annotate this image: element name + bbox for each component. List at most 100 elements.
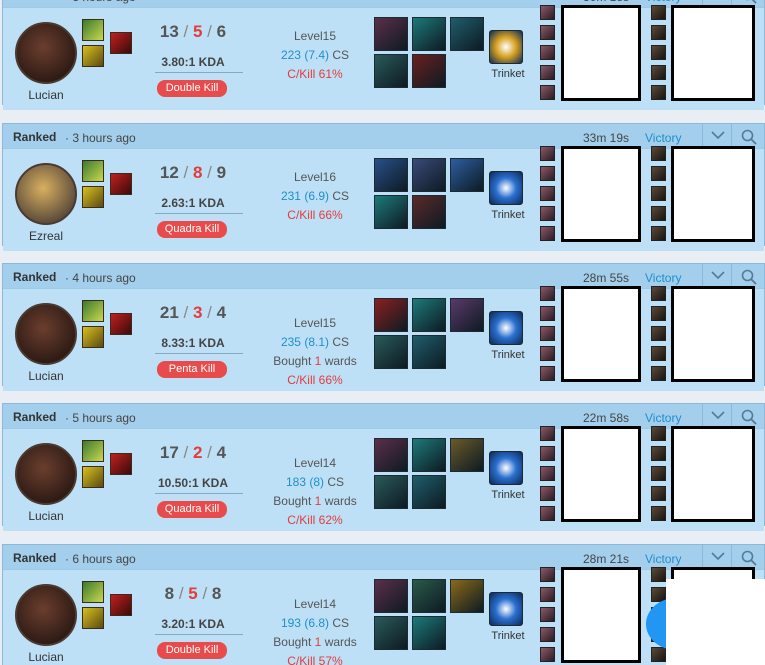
expand-button[interactable]: [702, 545, 732, 569]
opponent-icon[interactable]: [651, 326, 666, 341]
trinket-icon[interactable]: [489, 171, 523, 205]
game-result: Victory: [645, 552, 682, 566]
item-icon[interactable]: [374, 335, 408, 369]
opponent-icon[interactable]: [651, 25, 666, 40]
opponent-icon[interactable]: [651, 226, 666, 241]
teammate-icon[interactable]: [540, 647, 555, 662]
teammate-icon[interactable]: [540, 25, 555, 40]
teammate-icon[interactable]: [540, 607, 555, 622]
search-button[interactable]: [733, 124, 763, 148]
item-icon[interactable]: [374, 17, 408, 51]
chevron-down-icon: [711, 131, 725, 140]
teammate-icon[interactable]: [540, 466, 555, 481]
opponent-icon[interactable]: [651, 466, 666, 481]
teammate-icon[interactable]: [540, 506, 555, 521]
item-icon[interactable]: [412, 298, 446, 332]
item-icon[interactable]: [374, 54, 408, 88]
item-icon[interactable]: [412, 158, 446, 192]
match-card[interactable]: Ranked · 3 hours ago 33m 19s Victory Ezreal 1…: [2, 123, 765, 251]
item-icon[interactable]: [412, 195, 446, 229]
teammate-icon[interactable]: [540, 226, 555, 241]
item-icon[interactable]: [412, 54, 446, 88]
item-icon[interactable]: [412, 475, 446, 509]
opponent-icon[interactable]: [651, 45, 666, 60]
teammate-icon[interactable]: [540, 166, 555, 181]
item-icon[interactable]: [450, 17, 484, 51]
search-button[interactable]: [733, 264, 763, 288]
opponent-icon[interactable]: [651, 366, 666, 381]
summoner-spell-icon: [82, 440, 104, 462]
opponent-icon[interactable]: [651, 146, 666, 161]
opponent-icon[interactable]: [651, 446, 666, 461]
item-icon[interactable]: [450, 579, 484, 613]
champion-portrait[interactable]: [15, 584, 77, 646]
champion-portrait[interactable]: [15, 22, 77, 84]
teammate-icon[interactable]: [540, 85, 555, 100]
item-icon[interactable]: [412, 579, 446, 613]
opponent-icon[interactable]: [651, 506, 666, 521]
teammate-icon[interactable]: [540, 366, 555, 381]
item-icon[interactable]: [374, 438, 408, 472]
expand-button[interactable]: [702, 124, 732, 148]
teammate-icon[interactable]: [540, 206, 555, 221]
opponent-icon[interactable]: [651, 426, 666, 441]
time-ago: · 4 hours ago: [65, 271, 136, 285]
match-header: Ranked · 3 hours ago 30m 18s Victory: [3, 0, 764, 7]
opponent-icon[interactable]: [651, 186, 666, 201]
search-button[interactable]: [733, 404, 763, 428]
item-icon[interactable]: [374, 616, 408, 650]
search-button[interactable]: [733, 545, 763, 569]
item-icon[interactable]: [374, 195, 408, 229]
opponent-icon[interactable]: [651, 206, 666, 221]
teammate-icon[interactable]: [540, 627, 555, 642]
teammate-icon[interactable]: [540, 286, 555, 301]
expand-button[interactable]: [702, 404, 732, 428]
opponent-icon[interactable]: [651, 5, 666, 20]
match-card[interactable]: Ranked · 4 hours ago 28m 55s Victory Lucian 2…: [2, 263, 765, 391]
teammate-icon[interactable]: [540, 346, 555, 361]
teammate-icon[interactable]: [540, 567, 555, 582]
trinket-icon[interactable]: [489, 451, 523, 485]
trinket-icon[interactable]: [489, 30, 523, 64]
opponent-icon[interactable]: [651, 166, 666, 181]
opponent-icon[interactable]: [651, 567, 666, 582]
teammate-icon[interactable]: [540, 426, 555, 441]
opponent-icon[interactable]: [651, 65, 666, 80]
opponent-icon[interactable]: [651, 486, 666, 501]
champion-portrait[interactable]: [15, 443, 77, 505]
item-icon[interactable]: [450, 298, 484, 332]
match-card[interactable]: Ranked · 6 hours ago 28m 21s Victory Lucian 8…: [2, 544, 765, 665]
teammate-icon[interactable]: [540, 446, 555, 461]
item-icon[interactable]: [412, 17, 446, 51]
expand-button[interactable]: [702, 264, 732, 288]
opponent-icon[interactable]: [651, 306, 666, 321]
opponent-icon[interactable]: [651, 647, 666, 662]
trinket-icon[interactable]: [489, 592, 523, 626]
opponent-icon[interactable]: [651, 346, 666, 361]
teammate-icon[interactable]: [540, 326, 555, 341]
item-icon[interactable]: [412, 335, 446, 369]
item-icon[interactable]: [450, 438, 484, 472]
item-icon[interactable]: [412, 616, 446, 650]
teammate-icon[interactable]: [540, 45, 555, 60]
opponent-icon[interactable]: [651, 85, 666, 100]
teammate-icon[interactable]: [540, 486, 555, 501]
teammate-icon[interactable]: [540, 146, 555, 161]
teammate-icon[interactable]: [540, 306, 555, 321]
item-icon[interactable]: [374, 579, 408, 613]
teammate-icon[interactable]: [540, 186, 555, 201]
item-icon[interactable]: [450, 158, 484, 192]
opponent-icon[interactable]: [651, 286, 666, 301]
teammate-icon[interactable]: [540, 5, 555, 20]
match-card[interactable]: Ranked · 5 hours ago 22m 58s Victory Lucian 1…: [2, 403, 765, 531]
match-card[interactable]: Ranked · 3 hours ago 30m 18s Victory Lucian 1…: [2, 0, 765, 110]
champion-portrait[interactable]: [15, 163, 77, 225]
item-icon[interactable]: [374, 475, 408, 509]
teammate-icon[interactable]: [540, 65, 555, 80]
trinket-icon[interactable]: [489, 311, 523, 345]
champion-portrait[interactable]: [15, 303, 77, 365]
item-icon[interactable]: [374, 158, 408, 192]
teammate-icon[interactable]: [540, 587, 555, 602]
item-icon[interactable]: [412, 438, 446, 472]
item-icon[interactable]: [374, 298, 408, 332]
